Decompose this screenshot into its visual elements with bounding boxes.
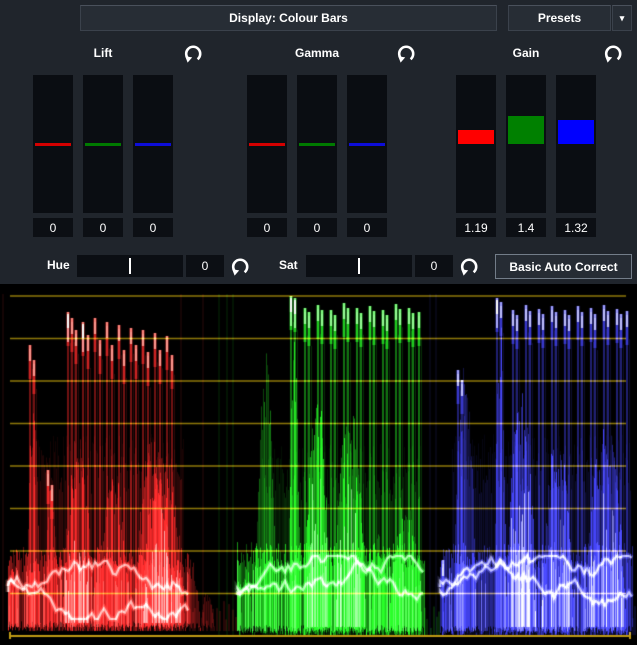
sat-value[interactable]: 0 xyxy=(415,255,453,277)
gain-green-value[interactable]: 1.4 xyxy=(506,218,546,237)
gamma-red-handle[interactable] xyxy=(249,143,285,146)
hue-label: Hue xyxy=(47,258,70,272)
basic-auto-correct-button[interactable]: Basic Auto Correct xyxy=(495,254,632,279)
lift-blue-slider[interactable] xyxy=(133,75,173,213)
gain-reset-button[interactable] xyxy=(602,42,624,64)
gamma-blue-value[interactable]: 0 xyxy=(347,218,387,237)
gamma-blue-handle[interactable] xyxy=(349,143,385,146)
lift-blue-handle[interactable] xyxy=(135,143,171,146)
gain-blue-value[interactable]: 1.32 xyxy=(556,218,596,237)
gain-green-handle[interactable] xyxy=(508,116,544,144)
lift-red-handle[interactable] xyxy=(35,143,71,146)
lift-green-slider[interactable] xyxy=(83,75,123,213)
gamma-green-slider[interactable] xyxy=(297,75,337,213)
gain-section-title: Gain xyxy=(513,46,540,60)
gamma-green-handle[interactable] xyxy=(299,143,335,146)
lift-red-value[interactable]: 0 xyxy=(33,218,73,237)
hue-slider[interactable] xyxy=(77,255,183,277)
sat-reset-button[interactable] xyxy=(458,255,480,277)
sat-slider-cursor[interactable] xyxy=(358,258,360,274)
reset-icon xyxy=(182,42,204,64)
lift-reset-button[interactable] xyxy=(182,42,204,64)
reset-icon xyxy=(602,42,624,64)
lift-green-handle[interactable] xyxy=(85,143,121,146)
gain-red-handle[interactable] xyxy=(458,130,494,144)
lift-green-value[interactable]: 0 xyxy=(83,218,123,237)
lift-blue-value[interactable]: 0 xyxy=(133,218,173,237)
gamma-red-slider[interactable] xyxy=(247,75,287,213)
gamma-section-title: Gamma xyxy=(295,46,339,60)
lift-red-slider[interactable] xyxy=(33,75,73,213)
gamma-reset-button[interactable] xyxy=(395,42,417,64)
display-mode-button[interactable]: Display: Colour Bars xyxy=(80,5,497,31)
rgb-parade-waveform-display xyxy=(0,284,637,645)
presets-button[interactable]: Presets xyxy=(508,5,611,31)
gain-blue-slider[interactable] xyxy=(556,75,596,213)
gain-red-slider[interactable] xyxy=(456,75,496,213)
sat-label: Sat xyxy=(279,258,298,272)
hue-slider-cursor[interactable] xyxy=(129,258,131,274)
gamma-red-value[interactable]: 0 xyxy=(247,218,287,237)
reset-icon xyxy=(458,255,480,277)
hue-value[interactable]: 0 xyxy=(186,255,224,277)
reset-icon xyxy=(229,255,251,277)
reset-icon xyxy=(395,42,417,64)
lift-section-title: Lift xyxy=(94,46,113,60)
sat-slider[interactable] xyxy=(306,255,412,277)
colour-correction-panel: Display: Colour Bars Presets ▾ Lift Gamm… xyxy=(0,0,637,645)
gamma-blue-slider[interactable] xyxy=(347,75,387,213)
gain-green-slider[interactable] xyxy=(506,75,546,213)
gamma-green-value[interactable]: 0 xyxy=(297,218,337,237)
presets-dropdown-arrow-icon[interactable]: ▾ xyxy=(612,5,632,31)
gain-blue-handle[interactable] xyxy=(558,120,594,144)
gain-red-value[interactable]: 1.19 xyxy=(456,218,496,237)
hue-reset-button[interactable] xyxy=(229,255,251,277)
